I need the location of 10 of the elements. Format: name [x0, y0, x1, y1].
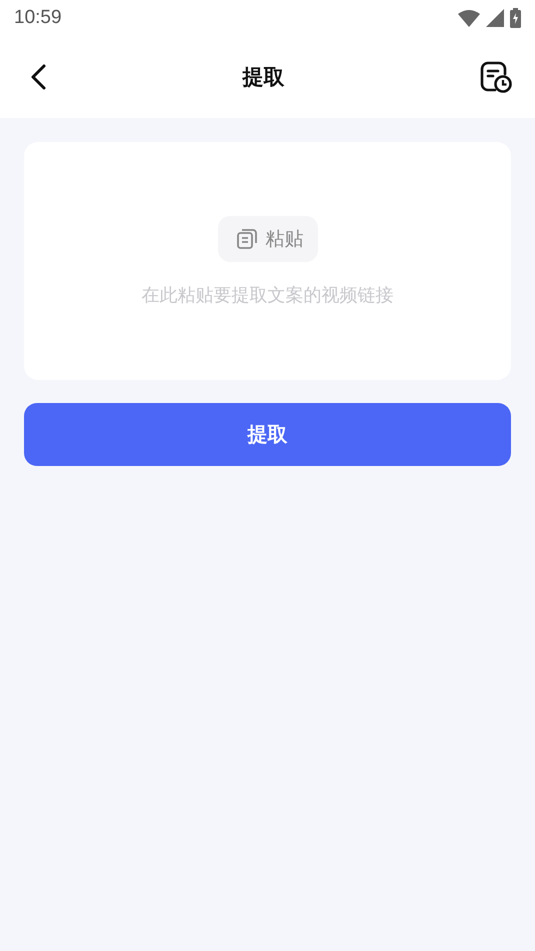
signal-icon — [486, 9, 504, 27]
extract-button[interactable]: 提取 — [24, 403, 511, 466]
wifi-icon — [458, 9, 480, 27]
copy-icon — [236, 228, 258, 250]
battery-icon — [510, 8, 521, 28]
history-icon[interactable] — [479, 60, 513, 94]
status-time: 10:59 — [14, 7, 62, 29]
link-input-field[interactable]: 在此粘贴要提取文案的视频链接 — [22, 284, 513, 306]
page-title: 提取 — [242, 64, 284, 91]
paste-button[interactable]: 粘贴 — [218, 216, 318, 262]
